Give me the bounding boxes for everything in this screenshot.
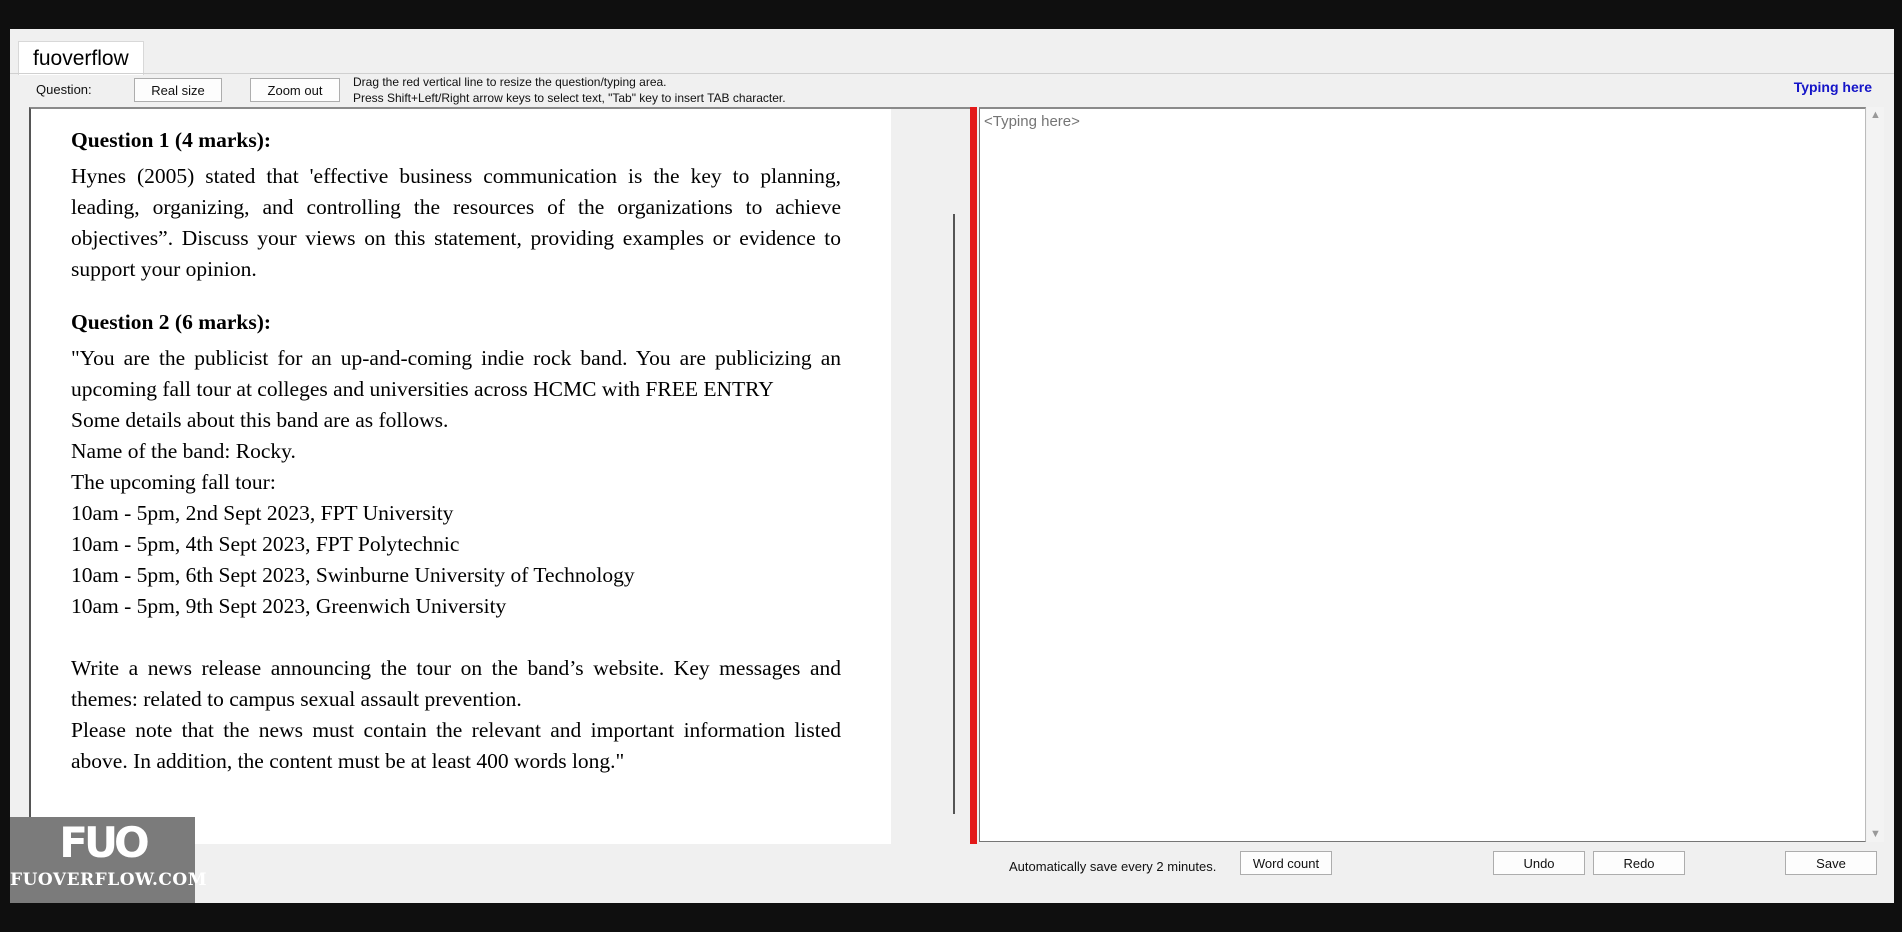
question-2-body: "You are the publicist for an up-and-com… [71,346,841,401]
question-1-title: Question 1 (4 marks): [71,128,272,152]
question-2-note: Please note that the news must contain t… [71,718,841,773]
question-gutter [891,109,971,844]
resize-divider[interactable] [970,107,977,844]
scroll-up-icon[interactable]: ▲ [1870,109,1881,121]
tour-date-line: 10am - 5pm, 6th Sept 2023, Swinburne Uni… [71,563,635,587]
instruction-hint: Drag the red vertical line to resize the… [353,74,786,106]
fuo-logo-icon: FUO [59,818,150,867]
window-tab: fuoverflow [18,41,144,75]
hint-line-1: Drag the red vertical line to resize the… [353,75,667,89]
toolbar: Question: Real size Zoom out Drag the re… [10,73,1894,108]
fuoverflow-watermark: FUO FUOVERFLOW.COM [10,817,208,903]
typing-here-link[interactable]: Typing here [1794,79,1872,95]
typing-scrollbar[interactable]: ▲ ▼ [1867,107,1884,842]
exam-window: fuoverflow Question: Real size Zoom out … [10,29,1894,903]
question-content: Question 1 (4 marks): Hynes (2005) state… [71,125,841,777]
tour-date-line: 10am - 5pm, 2nd Sept 2023, FPT Universit… [71,501,454,525]
band-details-line: Some details about this band are as foll… [71,408,449,432]
question-2-title: Question 2 (6 marks): [71,310,272,334]
bottom-bar: Automatically save every 2 minutes. Word… [10,844,1894,884]
autosave-status: Automatically save every 2 minutes. [1009,859,1217,874]
question-label: Question: [36,82,92,97]
question-2-task: Write a news release announcing the tour… [71,656,841,711]
zoom-out-button[interactable]: Zoom out [250,78,340,102]
scroll-down-icon[interactable]: ▼ [1870,828,1881,840]
question-1-body: Hynes (2005) stated that 'effective busi… [71,164,841,281]
question-pane: Question 1 (4 marks): Hynes (2005) state… [29,107,971,844]
real-size-button[interactable]: Real size [134,78,222,102]
redo-button[interactable]: Redo [1593,851,1685,875]
typing-area[interactable] [979,107,1866,842]
undo-button[interactable]: Undo [1493,851,1585,875]
tour-date-line: 10am - 5pm, 4th Sept 2023, FPT Polytechn… [71,532,460,556]
hint-line-2: Press Shift+Left/Right arrow keys to sel… [353,91,786,105]
tour-date-line: 10am - 5pm, 9th Sept 2023, Greenwich Uni… [71,594,507,618]
save-button[interactable]: Save [1785,851,1877,875]
tour-heading-line: The upcoming fall tour: [71,470,276,494]
watermark-site: FUOVERFLOW.COM [10,870,208,890]
band-name-line: Name of the band: Rocky. [71,439,296,463]
word-count-button[interactable]: Word count [1240,851,1332,875]
question-scrollbar[interactable] [953,214,955,814]
